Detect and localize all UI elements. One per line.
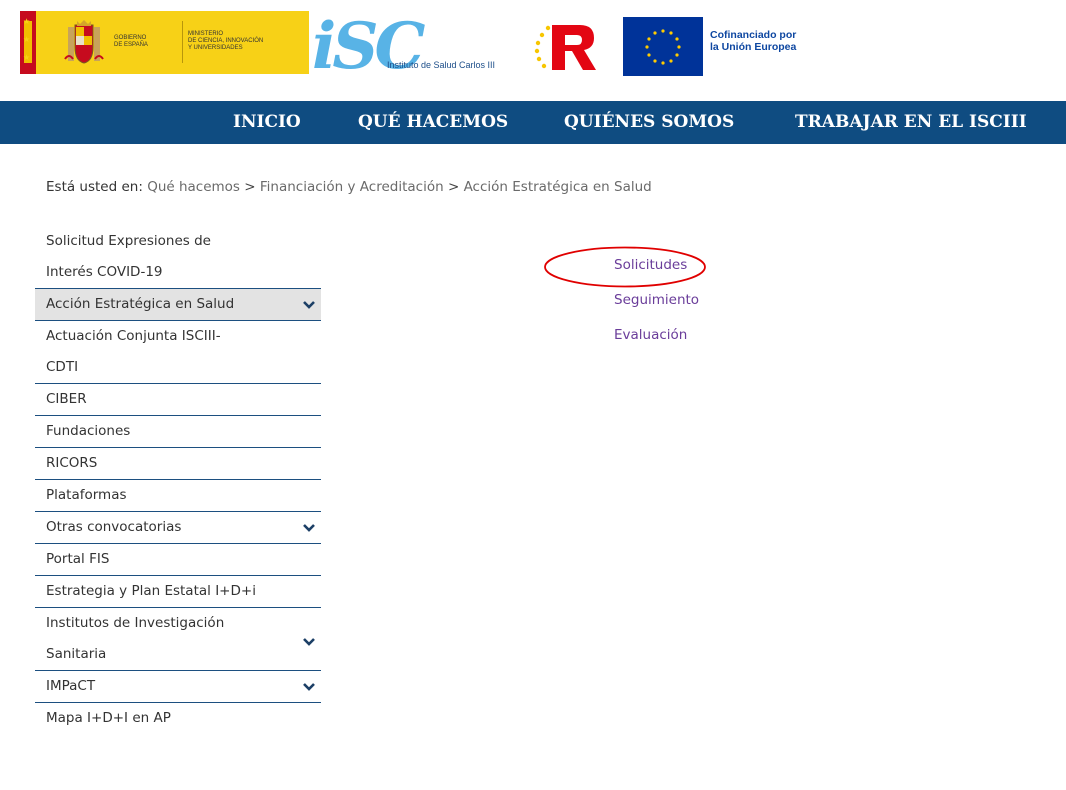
sidebar-item-label: Institutos de Investigación bbox=[46, 615, 225, 631]
sidebar-item-plataformas[interactable]: Plataformas bbox=[35, 480, 321, 512]
sidebar-item-label: Otras convocatorias bbox=[46, 519, 182, 535]
eu-line2: la Unión Europea bbox=[710, 41, 797, 53]
eu-cofinanced-text: Cofinanciado por la Unión Europea bbox=[710, 29, 796, 53]
recovery-plan-r-logo-icon bbox=[534, 25, 596, 70]
ministerio-line2: DE CIENCIA, INNOVACIÓN bbox=[188, 38, 264, 44]
link-seguimiento[interactable]: Seguimiento bbox=[614, 291, 699, 310]
sidebar-item-label: Interés COVID-19 bbox=[46, 264, 163, 280]
spain-flag-icon: ★ ★ ★ bbox=[20, 11, 36, 74]
sidebar-item-accion-estrategica[interactable]: Acción Estratégica en Salud bbox=[35, 289, 321, 321]
breadcrumb-label: Está usted en: bbox=[46, 179, 143, 195]
nav-trabajar-en-el-isciii[interactable]: TRABAJAR EN EL ISCIII bbox=[795, 101, 1027, 144]
sidebar-item-label: Estrategia y Plan Estatal I+D+i bbox=[46, 583, 256, 599]
breadcrumb-accion-estrategica[interactable]: Acción Estratégica en Salud bbox=[464, 179, 652, 195]
nav-que-hacemos[interactable]: QUÉ HACEMOS bbox=[358, 101, 508, 144]
sidebar-item-label: CDTI bbox=[46, 359, 79, 375]
breadcrumb-financiacion[interactable]: Financiación y Acreditación bbox=[260, 179, 444, 195]
ministerio-line3: Y UNIVERSIDADES bbox=[188, 45, 243, 51]
sidebar-item-label: Sanitaria bbox=[46, 646, 107, 662]
main-navbar: INICIO QUÉ HACEMOS QUIÉNES SOMOS TRABAJA… bbox=[0, 101, 1066, 144]
sidebar-item-otras-convocatorias[interactable]: Otras convocatorias bbox=[35, 512, 321, 544]
sidebar-item-ricors[interactable]: RICORS bbox=[35, 448, 321, 480]
sidebar-item-label: Mapa I+D+I en AP bbox=[46, 710, 171, 726]
sidebar-item-actuacion-conjunta-cdti[interactable]: Actuación Conjunta ISCIII- CDTI bbox=[35, 321, 321, 384]
sidebar-item-label: Fundaciones bbox=[46, 423, 131, 439]
link-evaluacion[interactable]: Evaluación bbox=[614, 326, 699, 345]
eu-line1: Cofinanciado por bbox=[710, 29, 797, 41]
isciii-logo[interactable]: iSC Instituto de Salud Carlos III bbox=[312, 15, 530, 81]
link-solicitudes[interactable]: Solicitudes bbox=[614, 256, 699, 275]
sidebar-item-label: Actuación Conjunta ISCIII- bbox=[46, 328, 221, 344]
sidebar-item-fundaciones[interactable]: Fundaciones bbox=[35, 416, 321, 448]
breadcrumb-separator: > bbox=[244, 179, 256, 195]
submenu-links: Solicitudes Seguimiento Evaluación bbox=[614, 256, 699, 361]
side-menu: Solicitud Expresiones de Interés COVID-1… bbox=[35, 226, 321, 734]
sidebar-item-label: Solicitud Expresiones de bbox=[46, 233, 211, 249]
sidebar-item-portal-fis[interactable]: Portal FIS bbox=[35, 544, 321, 576]
chevron-down-icon[interactable] bbox=[302, 523, 316, 533]
sidebar-item-impact[interactable]: IMPaCT bbox=[35, 671, 321, 703]
isc-logo-name: Instituto de Salud Carlos III bbox=[387, 60, 496, 70]
chevron-down-icon[interactable] bbox=[302, 682, 316, 692]
sidebar-item-label: Plataformas bbox=[46, 487, 127, 503]
sidebar-item-mapa-idi-ap[interactable]: Mapa I+D+I en AP bbox=[35, 703, 321, 734]
header-logos: ★ ★ ★ GOBIERNO DE ESPAÑA MINISTERIO DE CIE… bbox=[0, 0, 1066, 92]
sidebar-item-solicitud-expresiones-covid[interactable]: Solicitud Expresiones de Interés COVID-1… bbox=[35, 226, 321, 289]
ministerio-line1: MINISTERIO bbox=[188, 31, 224, 37]
nav-inicio[interactable]: INICIO bbox=[233, 101, 301, 144]
sidebar-item-label: CIBER bbox=[46, 391, 87, 407]
chevron-down-icon[interactable] bbox=[302, 300, 316, 310]
sidebar-item-label: IMPaCT bbox=[46, 678, 96, 694]
sidebar-item-label: Portal FIS bbox=[46, 551, 110, 567]
breadcrumb-que-hacemos[interactable]: Qué hacemos bbox=[147, 179, 240, 195]
chevron-down-icon[interactable] bbox=[302, 637, 316, 647]
breadcrumb-separator: > bbox=[447, 179, 460, 195]
sidebar-item-institutos-investigacion[interactable]: Institutos de Investigación Sanitaria bbox=[35, 608, 321, 671]
gobierno-line1: GOBIERNO bbox=[114, 35, 147, 41]
nav-quienes-somos[interactable]: QUIÉNES SOMOS bbox=[564, 101, 734, 144]
sidebar-item-label: Acción Estratégica en Salud bbox=[46, 296, 235, 312]
sidebar-item-label: RICORS bbox=[46, 455, 98, 471]
gobierno-ministerio-logo[interactable]: ★ ★ ★ GOBIERNO DE ESPAÑA MINISTERIO DE CIE… bbox=[20, 11, 309, 74]
sidebar-item-estrategia-plan-estatal[interactable]: Estrategia y Plan Estatal I+D+i bbox=[35, 576, 321, 608]
gobierno-line2: DE ESPAÑA bbox=[114, 42, 148, 48]
spain-coat-of-arms-icon bbox=[64, 20, 104, 64]
eu-flag-icon bbox=[623, 17, 703, 76]
sidebar-item-ciber[interactable]: CIBER bbox=[35, 384, 321, 416]
breadcrumb: Está usted en: Qué hacemos > Financiació… bbox=[46, 179, 652, 195]
